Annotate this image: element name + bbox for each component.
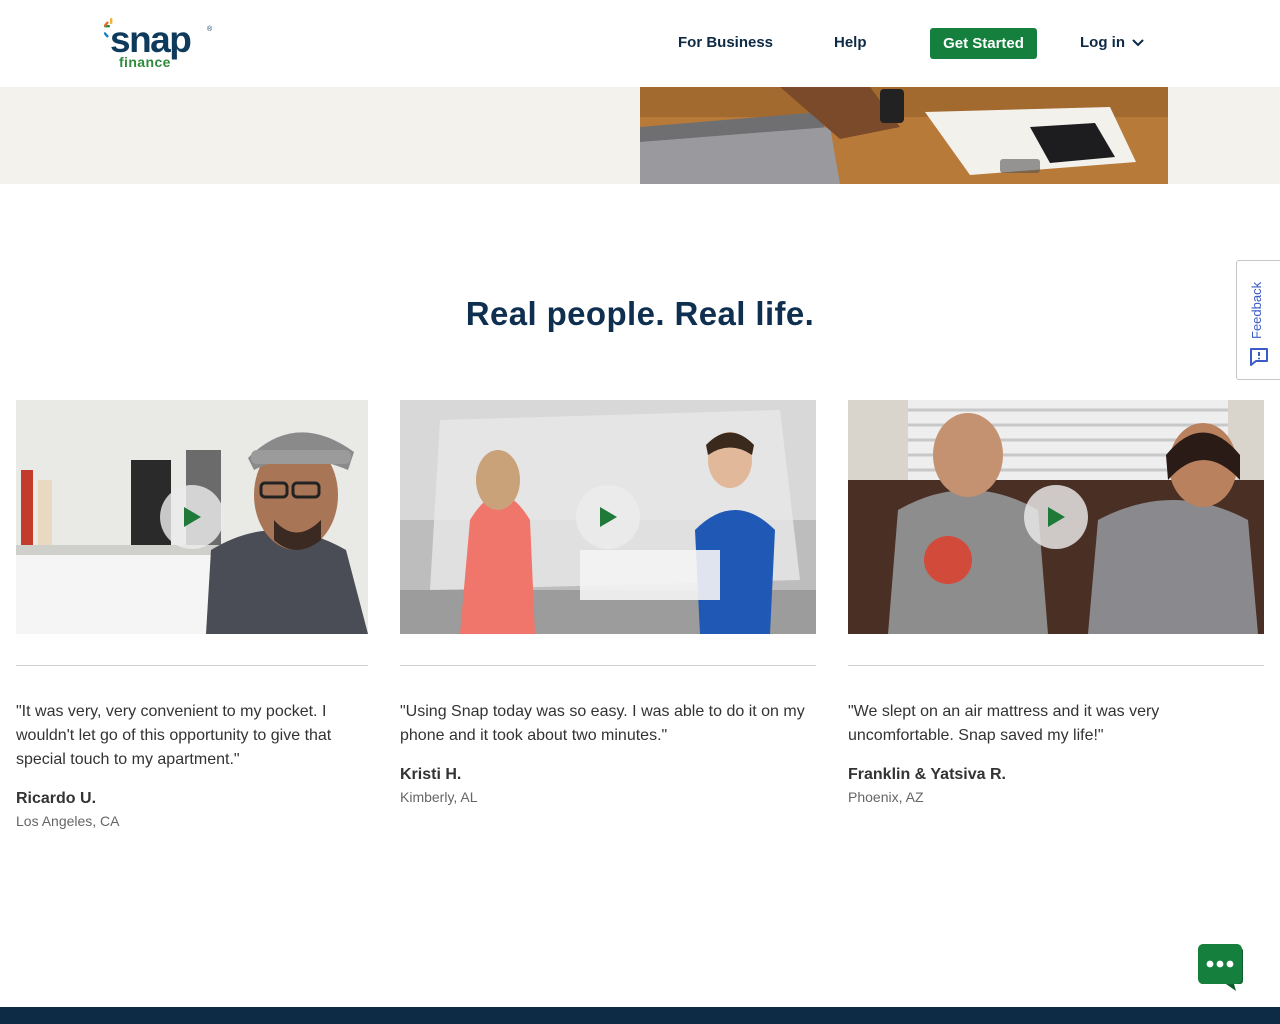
nav-for-business[interactable]: For Business: [678, 34, 773, 52]
feedback-icon: [1250, 348, 1268, 366]
testimonial-card: "Using Snap today was so easy. I was abl…: [400, 400, 816, 840]
testimonial-name: Ricardo U.: [16, 790, 97, 807]
testimonial-card: "We slept on an air mattress and it was …: [848, 400, 1264, 840]
testimonial-card: "It was very, very convenient to my pock…: [16, 400, 368, 840]
testimonial-video[interactable]: [16, 400, 368, 634]
testimonial-location: Phoenix, AZ: [848, 789, 924, 805]
testimonial-quote: "Using Snap today was so easy. I was abl…: [400, 703, 805, 744]
testimonial-video[interactable]: [848, 400, 1264, 634]
chat-icon: [1198, 944, 1243, 991]
play-icon: [600, 507, 617, 527]
laptop-desk-illustration: [640, 87, 1168, 184]
site-header: snap ® finance For Business Help Get Sta…: [0, 0, 1280, 87]
testimonial-location: Los Angeles, CA: [16, 813, 120, 829]
feedback-label: Feedback: [1249, 281, 1264, 339]
snap-finance-logo[interactable]: snap ® finance: [104, 18, 214, 70]
testimonial-name: Kristi H.: [400, 766, 462, 783]
chevron-down-icon: [1132, 39, 1144, 46]
testimonial-location: Kimberly, AL: [400, 789, 478, 805]
play-icon: [1048, 507, 1065, 527]
logo-subtitle: finance: [119, 54, 171, 70]
hero-image: [640, 87, 1168, 184]
logo-registered: ®: [207, 26, 213, 33]
card-divider: [16, 665, 368, 666]
card-divider: [848, 665, 1264, 666]
play-button[interactable]: [576, 485, 640, 549]
login-menu[interactable]: Log in: [1080, 34, 1144, 51]
testimonial-quote: "We slept on an air mattress and it was …: [848, 703, 1160, 744]
feedback-tab[interactable]: Feedback: [1236, 260, 1280, 380]
footer: [0, 1007, 1280, 1024]
login-label: Log in: [1080, 34, 1125, 51]
play-icon: [184, 507, 201, 527]
card-divider: [400, 665, 816, 666]
nav-help[interactable]: Help: [834, 34, 867, 52]
testimonial-name: Franklin & Yatsiva R.: [848, 766, 1006, 783]
get-started-button[interactable]: Get Started: [930, 28, 1037, 59]
chat-button[interactable]: [1198, 944, 1244, 991]
testimonial-video[interactable]: [400, 400, 816, 634]
play-button[interactable]: [1024, 485, 1088, 549]
section-title: Real people. Real life.: [465, 295, 815, 332]
play-button[interactable]: [160, 485, 224, 549]
testimonial-quote: "It was very, very convenient to my pock…: [16, 703, 332, 768]
